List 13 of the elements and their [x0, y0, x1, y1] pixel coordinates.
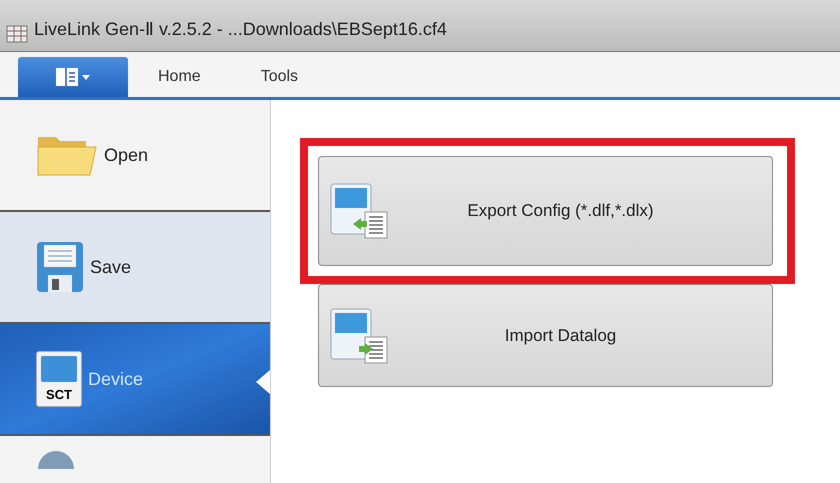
action-button[interactable]: Export Config (*.dlf,*.dlx)	[318, 156, 773, 266]
export-icon	[329, 182, 389, 240]
app-menu-button[interactable]	[18, 57, 128, 97]
import-icon	[329, 306, 389, 364]
action-button[interactable]: Import Datalog	[318, 284, 773, 387]
sidebar-item[interactable]: SCT Device	[0, 324, 270, 436]
sidebar-item[interactable]: Save	[0, 212, 270, 324]
window-title: LiveLink Gen-Ⅱ v.2.5.2 - ...Downloads\EBSept16.cf4	[34, 18, 447, 41]
menu-icon	[55, 67, 91, 87]
device-icon-label: SCT	[46, 388, 72, 401]
ribbon-tab[interactable]: Home	[128, 57, 231, 97]
ribbon-tab[interactable]: Tools	[230, 57, 328, 97]
app-icon	[6, 25, 28, 43]
